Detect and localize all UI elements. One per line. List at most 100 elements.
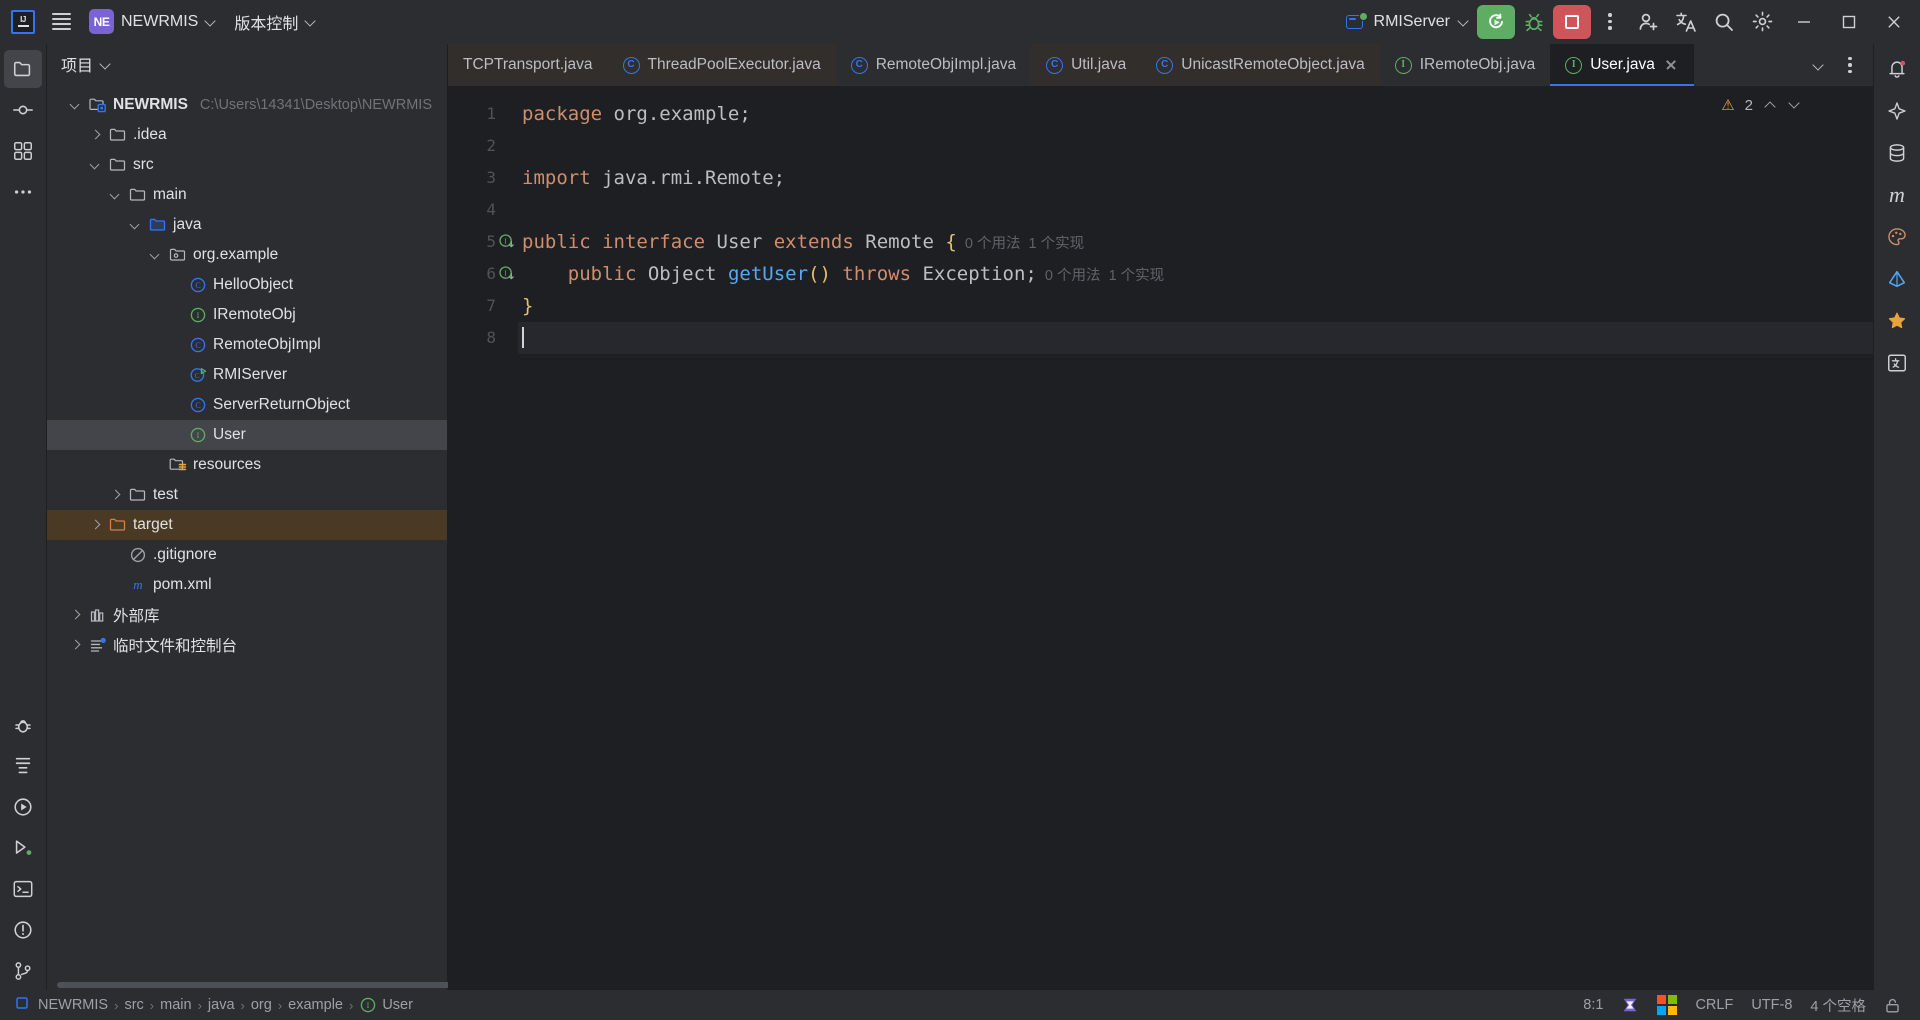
translate-button[interactable] — [1667, 3, 1705, 41]
code-line-3[interactable]: import java.rmi.Remote; — [518, 162, 1873, 194]
debug-button[interactable] — [1515, 3, 1553, 41]
sidebar-item-terminal[interactable] — [4, 870, 42, 908]
vcs-widget[interactable]: 版本控制 — [225, 5, 325, 39]
sidebar-item-services[interactable] — [4, 829, 42, 867]
settings-button[interactable] — [1743, 3, 1781, 41]
editor-tab-tcptransport-java[interactable]: TCPTransport.java — [448, 44, 608, 86]
readonly-toggle[interactable] — [1875, 994, 1910, 1016]
sidebar-item-problems[interactable] — [4, 911, 42, 949]
stop-button[interactable] — [1553, 4, 1591, 39]
tree-node-resources[interactable]: resources — [47, 450, 447, 480]
line-number-8[interactable]: 8 — [448, 322, 518, 354]
breadcrumb-item-org[interactable]: org — [246, 994, 277, 1016]
chevron-down-icon[interactable] — [129, 218, 143, 232]
sidebar-item-database[interactable] — [1878, 134, 1916, 172]
line-number-4[interactable]: 4 — [448, 194, 518, 226]
chevron-down-icon[interactable] — [149, 248, 163, 262]
line-separator-widget[interactable]: CRLF — [1686, 994, 1742, 1016]
tree-node-pom-xml[interactable]: m pom.xml — [47, 570, 447, 600]
editor-gutter[interactable]: 12345I6I78 — [448, 86, 518, 990]
editor-tab-util-java[interactable]: C Util.java — [1031, 44, 1142, 86]
implemented-interface-marker[interactable]: I — [498, 233, 516, 251]
tree-node-user[interactable]: I User — [47, 420, 447, 450]
main-menu-button[interactable] — [42, 3, 80, 41]
code-line-1[interactable]: package org.example; — [518, 98, 1873, 130]
project-widget[interactable]: NE NEWRMIS — [80, 5, 225, 39]
tree-node-test[interactable]: test — [47, 480, 447, 510]
breadcrumb-item-main[interactable]: main — [155, 994, 196, 1016]
sidebar-item-project[interactable] — [4, 50, 42, 88]
sidebar-item-gradle[interactable] — [1878, 260, 1916, 298]
sidebar-item-ui-designer[interactable] — [1878, 218, 1916, 256]
inspection-widget[interactable]: ⚠ 2 — [1721, 96, 1801, 115]
code-line-5[interactable]: public interface User extends Remote { 0… — [518, 226, 1873, 258]
breadcrumb-item-src[interactable]: src — [119, 994, 148, 1016]
encoding-widget[interactable]: UTF-8 — [1742, 994, 1801, 1016]
sidebar-item-structure[interactable] — [4, 132, 42, 170]
chevron-down-icon[interactable] — [109, 188, 123, 202]
chevron-right-icon[interactable] — [89, 128, 103, 142]
horizontal-scrollbar[interactable] — [57, 982, 467, 988]
breadcrumb-item-java[interactable]: java — [203, 994, 240, 1016]
tree-node-target[interactable]: target — [47, 510, 447, 540]
tree-node--gitignore[interactable]: .gitignore — [47, 540, 447, 570]
sidebar-item-commit[interactable] — [4, 91, 42, 129]
close-icon[interactable] — [1663, 57, 1679, 73]
tree-node-main[interactable]: main — [47, 180, 447, 210]
more-actions-button[interactable] — [1591, 3, 1629, 41]
line-number-3[interactable]: 3 — [448, 162, 518, 194]
share-project-button[interactable] — [1629, 3, 1667, 41]
tree-node---------[interactable]: 临时文件和控制台 — [47, 630, 447, 660]
search-everywhere-button[interactable] — [1705, 3, 1743, 41]
chevron-down-icon[interactable] — [69, 98, 83, 112]
line-number-7[interactable]: 7 — [448, 290, 518, 322]
code-line-6[interactable]: public Object getUser() throws Exception… — [518, 258, 1873, 290]
sidebar-item-git[interactable] — [4, 952, 42, 990]
chevron-down-icon[interactable] — [100, 59, 111, 70]
chevron-down-icon[interactable] — [89, 158, 103, 172]
breadcrumb-item-user[interactable]: I User — [354, 994, 418, 1016]
tree-node-src[interactable]: src — [47, 150, 447, 180]
editor-tab-threadpoolexecutor-java[interactable]: C ThreadPoolExecutor.java — [607, 44, 836, 86]
tree-node-remoteobjimpl[interactable]: C RemoteObjImpl — [47, 330, 447, 360]
breadcrumb-item-example[interactable]: example — [283, 994, 348, 1016]
line-number-5[interactable]: 5I — [448, 226, 518, 258]
editor-tab-iremoteobj-java[interactable]: I IRemoteObj.java — [1380, 44, 1550, 86]
editor-tab-unicastremoteobject-java[interactable]: C UnicastRemoteObject.java — [1141, 44, 1380, 86]
project-panel-header[interactable]: 项目 — [47, 44, 447, 84]
line-number-6[interactable]: 6I — [448, 258, 518, 290]
code-line-4[interactable] — [518, 194, 1873, 226]
chevron-right-icon[interactable] — [69, 608, 83, 622]
tab-options-button[interactable] — [1835, 50, 1865, 80]
editor-code-content[interactable]: package org.example; import java.rmi.Remo… — [518, 86, 1873, 990]
tree-node-serverreturnobject[interactable]: C ServerReturnObject — [47, 390, 447, 420]
sidebar-item-todo[interactable] — [4, 747, 42, 785]
implemented-method-marker[interactable]: I — [498, 265, 516, 283]
maximize-button[interactable] — [1826, 0, 1871, 44]
sidebar-item-notifications[interactable] — [1878, 50, 1916, 88]
breadcrumb-item-newrmis[interactable]: NEWRMIS — [10, 994, 113, 1016]
microsoft-widget[interactable] — [1648, 994, 1686, 1016]
rerun-button[interactable] — [1477, 4, 1515, 39]
sidebar-item-translation[interactable] — [1878, 344, 1916, 382]
sidebar-item-bookmarks[interactable] — [1878, 302, 1916, 340]
tree-node-helloobject[interactable]: C HelloObject — [47, 270, 447, 300]
indent-widget[interactable]: 4 个空格 — [1801, 994, 1875, 1016]
editor-tab-user-java[interactable]: I User.java — [1550, 44, 1694, 86]
tree-node-rmiserver[interactable]: C RMIServer — [47, 360, 447, 390]
tree-node----[interactable]: 外部库 — [47, 600, 447, 630]
line-number-2[interactable]: 2 — [448, 130, 518, 162]
code-line-8[interactable] — [518, 322, 1873, 354]
minimize-button[interactable] — [1781, 0, 1826, 44]
tab-list-button[interactable] — [1803, 50, 1833, 80]
code-line-7[interactable]: } — [518, 290, 1873, 322]
tree-node-newrmis[interactable]: NEWRMIS C:\Users\14341\Desktop\NEWRMIS — [47, 90, 447, 120]
chevron-up-icon[interactable] — [1763, 98, 1777, 112]
code-line-2[interactable] — [518, 130, 1873, 162]
sidebar-item-debug[interactable] — [4, 706, 42, 744]
chevron-right-icon[interactable] — [109, 488, 123, 502]
chevron-right-icon[interactable] — [69, 638, 83, 652]
project-tree[interactable]: NEWRMIS C:\Users\14341\Desktop\NEWRMIS .id… — [47, 84, 447, 990]
ij-logo-button[interactable]: IJ — [4, 3, 42, 41]
sidebar-item-maven[interactable]: m — [1878, 176, 1916, 214]
